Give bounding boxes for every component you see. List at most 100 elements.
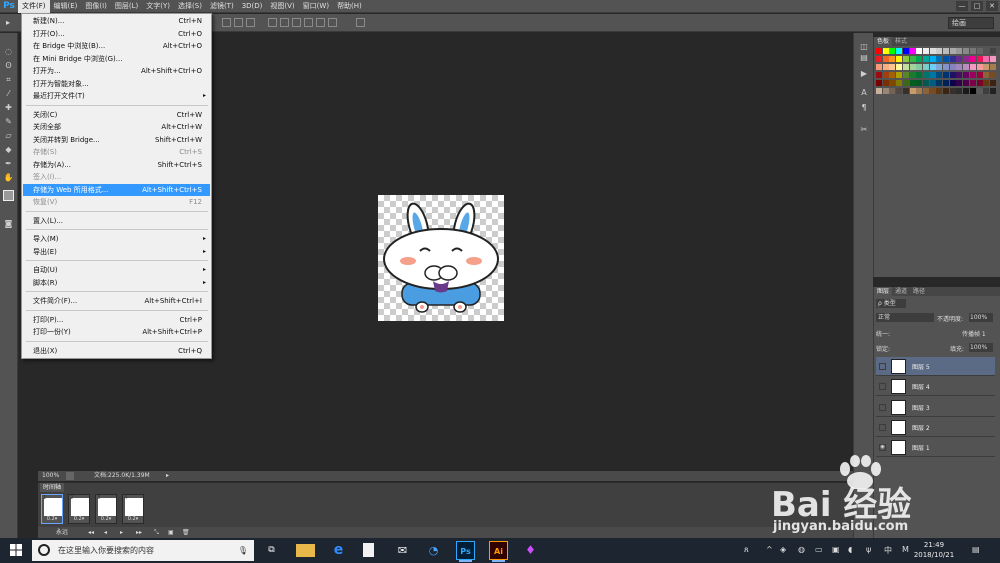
color-swatch[interactable] bbox=[889, 88, 896, 94]
distribute-top-icon[interactable] bbox=[268, 18, 277, 27]
file-menu-item[interactable]: 存储为 Web 所用格式... Alt+Shift+Ctrl+S bbox=[23, 183, 210, 196]
tray-app-icon[interactable]: ◈ bbox=[780, 545, 786, 554]
animation-frame[interactable]: 1 0.2▾ bbox=[41, 494, 63, 524]
zoom-level[interactable]: 100% bbox=[42, 471, 59, 481]
color-swatch[interactable] bbox=[956, 56, 963, 62]
frame-delay-select[interactable]: 0.2▾ bbox=[69, 516, 89, 522]
volume-icon[interactable]: ◖ bbox=[848, 545, 852, 554]
visibility-eye-icon[interactable] bbox=[879, 423, 886, 431]
workspace-select[interactable]: 绘画 bbox=[948, 17, 994, 29]
fill-field[interactable]: 100% bbox=[969, 343, 993, 352]
color-swatch[interactable] bbox=[969, 48, 976, 54]
file-menu-item[interactable]: 打印一份(Y) Alt+Shift+Ctrl+P bbox=[23, 326, 210, 338]
color-swatch[interactable] bbox=[936, 72, 943, 78]
color-swatch[interactable] bbox=[949, 72, 956, 78]
foreground-color-swatch[interactable] bbox=[3, 190, 14, 201]
color-swatch[interactable] bbox=[916, 72, 923, 78]
color-swatch[interactable] bbox=[989, 72, 996, 78]
document-canvas[interactable] bbox=[378, 195, 504, 321]
crop-tool-icon[interactable]: ⌗ bbox=[3, 75, 14, 84]
color-swatch[interactable] bbox=[896, 88, 903, 94]
animation-frame[interactable]: 2 0.2▾ bbox=[68, 494, 90, 524]
color-swatch[interactable] bbox=[983, 88, 990, 94]
color-swatch[interactable] bbox=[989, 88, 996, 94]
color-swatch[interactable] bbox=[882, 56, 889, 62]
color-swatch[interactable] bbox=[909, 80, 916, 86]
layer-row[interactable]: 图层 5 bbox=[876, 357, 995, 376]
file-menu-item[interactable]: 存储为(A)... Shift+Ctrl+S bbox=[23, 159, 210, 171]
edge-icon[interactable]: e bbox=[329, 541, 348, 560]
propagate-frame-checkbox[interactable]: 传播帧 1 bbox=[962, 329, 986, 338]
tab-styles[interactable]: 样式 bbox=[892, 37, 910, 46]
menu-item[interactable]: 视图(V) bbox=[266, 0, 298, 13]
healing-tool-icon[interactable]: ✚ bbox=[3, 103, 14, 112]
file-menu-item[interactable]: 关闭全部 Alt+Ctrl+W bbox=[23, 121, 210, 133]
color-swatch[interactable] bbox=[989, 80, 996, 86]
color-swatch[interactable] bbox=[929, 48, 936, 54]
color-swatch[interactable] bbox=[943, 80, 949, 86]
status-icon[interactable] bbox=[66, 472, 74, 480]
paragraph-icon[interactable]: ¶ bbox=[859, 103, 869, 112]
file-menu-item[interactable]: 退出(X) Ctrl+Q bbox=[23, 345, 210, 357]
ime-mode[interactable]: M bbox=[902, 545, 909, 554]
gradient-tool-icon[interactable]: ◆ bbox=[3, 145, 14, 154]
color-swatch[interactable] bbox=[936, 80, 943, 86]
minimize-button[interactable]: — bbox=[956, 1, 968, 11]
color-swatch[interactable] bbox=[902, 56, 909, 62]
duplicate-frame-icon[interactable]: ▣ bbox=[168, 527, 174, 538]
color-swatch[interactable] bbox=[909, 88, 916, 94]
tab-layers[interactable]: 图层 bbox=[874, 287, 893, 296]
file-menu-item[interactable]: 关闭(C) Ctrl+W bbox=[23, 109, 210, 121]
menu-item[interactable]: 窗口(W) bbox=[299, 0, 333, 13]
color-swatch[interactable] bbox=[929, 56, 936, 62]
color-swatch[interactable] bbox=[969, 88, 976, 94]
people-icon[interactable]: ጸ bbox=[744, 545, 749, 555]
menu-item[interactable]: 图像(I) bbox=[81, 0, 111, 13]
color-swatch[interactable] bbox=[922, 80, 929, 86]
color-swatch[interactable] bbox=[916, 64, 923, 70]
tab-paths[interactable]: 路径 bbox=[910, 287, 928, 296]
file-menu-item[interactable]: 在 Mini Bridge 中浏览(G)... bbox=[23, 53, 210, 65]
distribute-bottom-icon[interactable] bbox=[292, 18, 301, 27]
brush-tool-icon[interactable]: ✎ bbox=[3, 117, 14, 126]
color-swatch[interactable] bbox=[889, 64, 896, 70]
file-menu-item[interactable]: 置入(L)... bbox=[23, 215, 210, 227]
color-swatch[interactable] bbox=[896, 56, 903, 62]
frame-delay-select[interactable]: 0.2▾ bbox=[123, 516, 143, 522]
align-bottom-icon[interactable] bbox=[246, 18, 255, 27]
color-swatch[interactable] bbox=[889, 56, 896, 62]
character-icon[interactable]: A bbox=[859, 88, 869, 97]
color-swatch[interactable] bbox=[896, 80, 903, 86]
color-swatch[interactable] bbox=[936, 56, 943, 62]
network-icon[interactable]: ψ bbox=[866, 545, 871, 554]
color-swatch[interactable] bbox=[963, 48, 970, 54]
lasso-tool-icon[interactable]: ʘ bbox=[3, 61, 14, 70]
color-swatch[interactable] bbox=[963, 64, 970, 70]
color-swatch[interactable] bbox=[916, 48, 923, 54]
auto-align-icon[interactable] bbox=[356, 18, 365, 27]
color-swatch[interactable] bbox=[969, 64, 976, 70]
distribute-left-icon[interactable] bbox=[304, 18, 313, 27]
color-swatch[interactable] bbox=[956, 48, 963, 54]
color-swatch[interactable] bbox=[876, 64, 882, 70]
color-swatch[interactable] bbox=[983, 80, 990, 86]
windows-start-icon[interactable] bbox=[10, 544, 22, 556]
color-swatch[interactable] bbox=[876, 80, 882, 86]
distribute-middle-icon[interactable] bbox=[280, 18, 289, 27]
layer-row[interactable]: 图层 2 bbox=[876, 417, 995, 437]
marquee-tool-icon[interactable]: ◌ bbox=[3, 47, 14, 56]
color-swatch[interactable] bbox=[889, 48, 896, 54]
color-swatch[interactable] bbox=[909, 64, 916, 70]
color-swatch[interactable] bbox=[882, 80, 889, 86]
tray-expand-icon[interactable]: ^ bbox=[766, 545, 773, 554]
color-swatch[interactable] bbox=[922, 64, 929, 70]
file-menu-item[interactable]: 打印(P)... Ctrl+P bbox=[23, 314, 210, 326]
color-swatch[interactable] bbox=[976, 72, 983, 78]
file-menu-item[interactable]: 自动(U) ▸ bbox=[23, 264, 210, 276]
color-swatch[interactable] bbox=[943, 48, 949, 54]
file-menu-item[interactable]: 打开为... Alt+Shift+Ctrl+O bbox=[23, 65, 210, 77]
file-menu-item[interactable]: 在 Bridge 中浏览(B)... Alt+Ctrl+O bbox=[23, 40, 210, 52]
color-swatch[interactable] bbox=[882, 64, 889, 70]
color-swatch[interactable] bbox=[909, 56, 916, 62]
color-swatch[interactable] bbox=[976, 64, 983, 70]
